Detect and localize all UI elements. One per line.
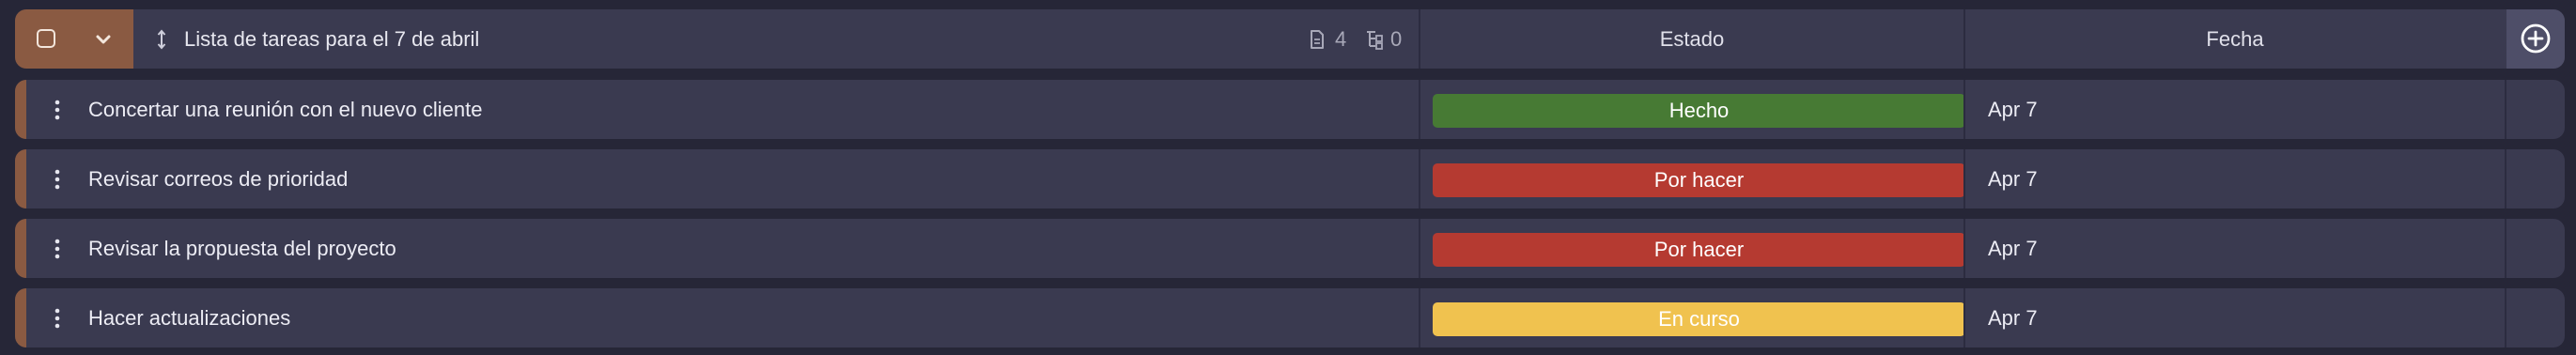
column-divider — [2505, 149, 2506, 208]
docs-count: 4 — [1335, 27, 1347, 51]
vertical-dots-icon[interactable] — [51, 166, 64, 193]
task-date[interactable]: Apr 7 — [1988, 288, 2038, 347]
task-row[interactable]: Revisar correos de prioridad Por hacer A… — [15, 149, 2565, 208]
column-divider — [1419, 219, 1420, 278]
column-divider — [2505, 288, 2506, 347]
subitems-icon[interactable] — [1364, 29, 1385, 50]
column-divider — [2505, 219, 2506, 278]
vertical-dots-icon[interactable] — [51, 305, 64, 332]
group-color-bar — [15, 288, 26, 347]
column-header-fecha[interactable]: Fecha — [1965, 9, 2505, 69]
group-color-bar — [15, 80, 26, 139]
plus-circle-icon — [2521, 23, 2551, 54]
vertical-dots-icon[interactable] — [51, 236, 64, 262]
group-color-bar — [15, 219, 26, 278]
task-name[interactable]: Revisar la propuesta del proyecto — [88, 219, 396, 278]
task-row[interactable]: Hacer actualizaciones En curso Apr 7 — [15, 288, 2565, 347]
task-name[interactable]: Concertar una reunión con el nuevo clien… — [88, 80, 483, 139]
column-divider — [1963, 288, 1965, 347]
add-column-button[interactable] — [2506, 9, 2565, 69]
status-badge[interactable]: En curso — [1433, 302, 1965, 336]
task-row[interactable]: Revisar la propuesta del proyecto Por ha… — [15, 219, 2565, 278]
select-all-checkbox[interactable] — [15, 9, 74, 69]
status-badge[interactable]: Por hacer — [1433, 163, 1965, 197]
vertical-dots-icon[interactable] — [51, 97, 64, 123]
subitems-count: 0 — [1390, 27, 1403, 51]
status-badge[interactable]: Hecho — [1433, 94, 1965, 128]
chevron-down-icon[interactable] — [93, 29, 114, 50]
task-date[interactable]: Apr 7 — [1988, 80, 2038, 139]
column-header-estado[interactable]: Estado — [1420, 9, 1963, 69]
column-divider — [1963, 80, 1965, 139]
column-divider — [1963, 219, 1965, 278]
group-title[interactable]: Lista de tareas para el 7 de abril — [184, 9, 479, 69]
task-date[interactable]: Apr 7 — [1988, 219, 2038, 278]
group-header-controls — [15, 9, 133, 69]
column-divider — [1963, 149, 1965, 208]
checkbox-icon — [37, 29, 55, 48]
status-badge[interactable]: Por hacer — [1433, 233, 1965, 267]
column-divider — [1419, 149, 1420, 208]
group-header: Lista de tareas para el 7 de abril 4 0 E… — [15, 9, 2565, 69]
column-divider — [1419, 80, 1420, 139]
drag-handle-icon[interactable] — [156, 29, 167, 50]
task-name[interactable]: Hacer actualizaciones — [88, 288, 290, 347]
task-name[interactable]: Revisar correos de prioridad — [88, 149, 348, 208]
task-row[interactable]: Concertar una reunión con el nuevo clien… — [15, 80, 2565, 139]
column-divider — [2505, 80, 2506, 139]
group-color-bar — [15, 149, 26, 208]
task-date[interactable]: Apr 7 — [1988, 149, 2038, 208]
column-divider — [1419, 288, 1420, 347]
document-icon[interactable] — [1308, 29, 1327, 50]
